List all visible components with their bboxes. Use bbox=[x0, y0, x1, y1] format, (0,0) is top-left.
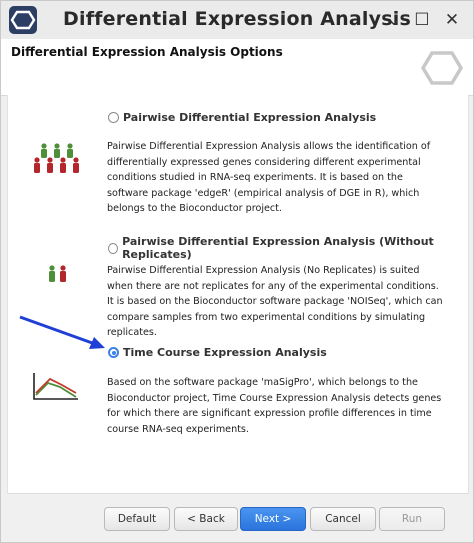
option-time-course-radio[interactable]: Time Course Expression Analysis bbox=[108, 346, 327, 359]
header-logo-icon bbox=[420, 51, 464, 85]
button-bar: Default < Back Next > Cancel Run bbox=[1, 495, 473, 542]
option-pairwise-label: Pairwise Differential Expression Analysi… bbox=[123, 111, 377, 124]
title-bar: Differential Expression Analysis ⌄ ☐ ✕ bbox=[1, 1, 473, 39]
option-no-replicates-label: Pairwise Differential Expression Analysi… bbox=[122, 235, 434, 261]
back-button[interactable]: < Back bbox=[174, 507, 238, 531]
option-no-replicates-description: Pairwise Differential Expression Analysi… bbox=[107, 265, 443, 338]
minimize-button[interactable]: ⌄ bbox=[383, 9, 405, 31]
line-chart-icon bbox=[33, 373, 78, 400]
radio-button-selected[interactable] bbox=[108, 347, 119, 358]
close-button[interactable]: ✕ bbox=[441, 9, 463, 31]
option-pairwise-radio[interactable]: Pairwise Differential Expression Analysi… bbox=[108, 111, 376, 124]
maximize-button[interactable]: ☐ bbox=[411, 9, 433, 31]
radio-button[interactable] bbox=[108, 242, 119, 254]
option-no-replicates-radio[interactable]: Pairwise Differential Expression Analysi… bbox=[108, 235, 468, 261]
dialog-window: Differential Expression Analysis ⌄ ☐ ✕ D… bbox=[0, 0, 474, 543]
people-pair-icon bbox=[49, 265, 66, 282]
default-button[interactable]: Default bbox=[104, 507, 170, 531]
dialog-header: Differential Expression Analysis Options bbox=[1, 39, 473, 96]
option-pairwise-description: Pairwise Differential Expression Analysi… bbox=[107, 141, 431, 214]
cancel-button[interactable]: Cancel bbox=[310, 507, 376, 531]
people-group-icon bbox=[34, 143, 79, 173]
option-time-course-label: Time Course Expression Analysis bbox=[123, 346, 327, 359]
options-panel: Pairwise Differential Expression Analysi… bbox=[7, 95, 469, 494]
radio-button[interactable] bbox=[108, 112, 119, 123]
header-title: Differential Expression Analysis Options bbox=[11, 45, 283, 59]
option-time-course-description: Based on the software package 'maSigPro'… bbox=[107, 377, 442, 435]
next-button[interactable]: Next > bbox=[240, 507, 306, 531]
run-button[interactable]: Run bbox=[379, 507, 445, 531]
